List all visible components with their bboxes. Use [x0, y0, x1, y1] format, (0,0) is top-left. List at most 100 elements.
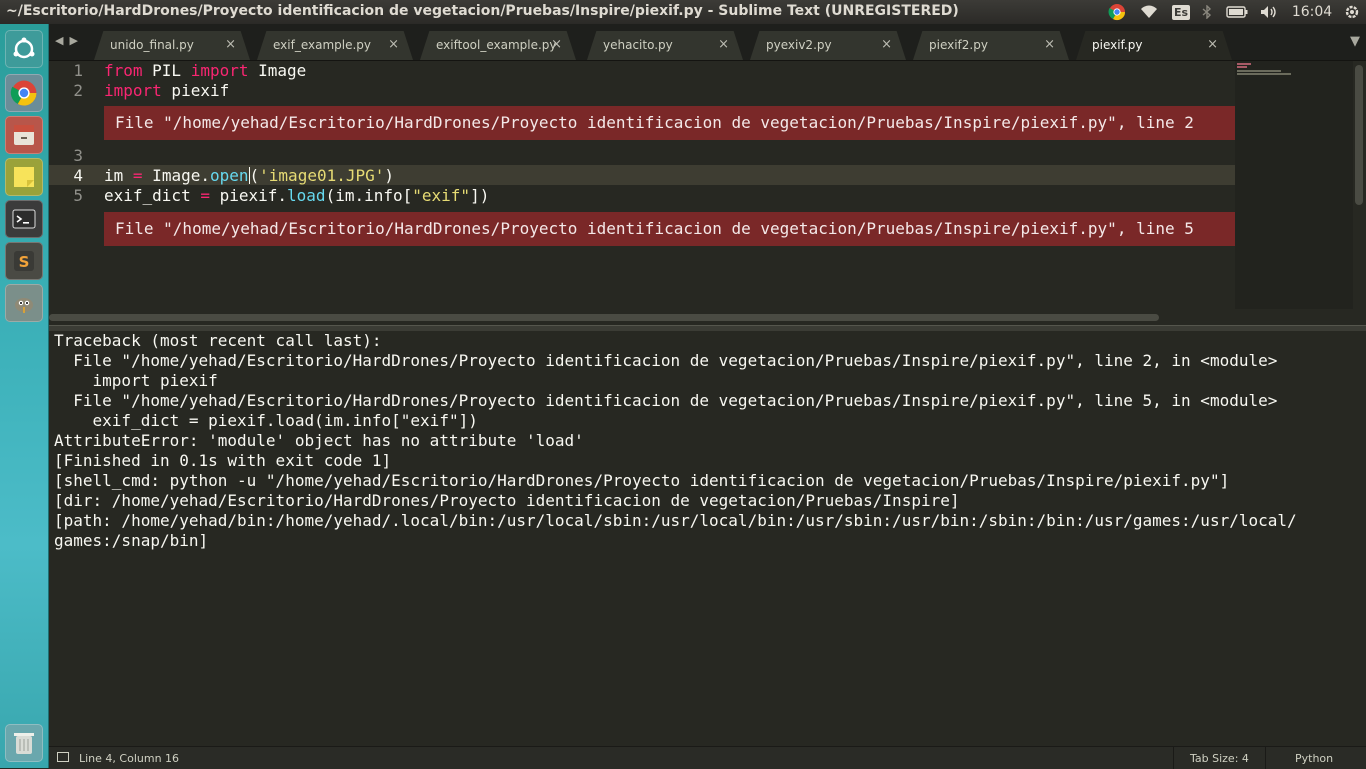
output-line: File "/home/yehad/Escritorio/HardDrones/… [54, 391, 1278, 410]
keyboard-layout-indicator[interactable]: Es [1170, 0, 1192, 24]
volume-icon[interactable] [1258, 0, 1280, 24]
line-number: 5 [73, 186, 83, 205]
code-text: piexif [161, 81, 230, 100]
tab-piexif2[interactable]: piexif2.py × [913, 31, 1069, 60]
code-line-2[interactable]: import piexif [104, 81, 229, 100]
close-icon[interactable]: × [1207, 37, 1218, 52]
code-text: exif_dict [104, 186, 201, 205]
code-text: Image [248, 61, 307, 80]
tab-label: unido_final.py [110, 38, 194, 52]
output-line: Traceback (most recent call last): [54, 331, 382, 350]
code-text: PIL [142, 61, 191, 80]
tab-label: pyexiv2.py [766, 38, 832, 52]
cursor-position: Line 4, Column 16 [79, 752, 180, 765]
sublime-text-icon[interactable]: S [5, 242, 43, 280]
keyword: import [104, 81, 162, 100]
close-icon[interactable]: × [388, 37, 399, 52]
output-line: File "/home/yehad/Escritorio/HardDrones/… [54, 351, 1278, 370]
svg-text:S: S [19, 253, 30, 271]
tab-nav-arrows[interactable]: ◀▶ [55, 34, 84, 47]
tab-pyexiv2[interactable]: pyexiv2.py × [750, 31, 906, 60]
close-icon[interactable]: × [718, 37, 729, 52]
output-line: [path: /home/yehad/bin:/home/yehad/.loca… [54, 511, 1297, 530]
minimap[interactable] [1235, 61, 1353, 309]
output-line: [shell_cmd: python -u "/home/yehad/Escri… [54, 471, 1230, 490]
tab-next-icon[interactable]: ▶ [69, 34, 83, 47]
chrome-icon[interactable] [1106, 0, 1128, 24]
power-gear-icon[interactable] [1342, 0, 1362, 24]
trash-icon[interactable] [5, 724, 43, 762]
syntax-selector[interactable]: Python [1295, 752, 1333, 765]
code-editor[interactable]: 1 2 3 4 5 from PIL import Image import p… [49, 61, 1366, 325]
minimap-line [1237, 70, 1281, 72]
gimp-icon[interactable] [5, 284, 43, 322]
window-title: ~/Escritorio/HardDrones/Proyecto identif… [6, 3, 959, 19]
string-literal: "exif" [412, 186, 471, 205]
operator: = [200, 186, 210, 205]
code-line-4[interactable]: im = Image.open('image01.JPG') [104, 166, 394, 185]
code-text: ]) [470, 186, 490, 205]
close-icon[interactable]: × [551, 37, 562, 52]
output-line: AttributeError: 'module' object has no a… [54, 431, 584, 450]
tab-piexif[interactable]: piexif.py × [1076, 31, 1232, 60]
panel-toggle-icon[interactable] [57, 752, 69, 762]
keyword: from [104, 61, 143, 80]
tab-label: yehacito.py [603, 38, 673, 52]
build-output-panel[interactable]: Traceback (most recent call last): File … [49, 331, 1366, 743]
dash-home-icon[interactable] [5, 30, 43, 68]
horizontal-scrollbar[interactable] [49, 314, 1159, 321]
minimap-line [1237, 63, 1251, 65]
keyword: import [190, 61, 249, 80]
code-text: Image. [142, 166, 210, 185]
output-line: exif_dict = piexif.load(im.info["exif"]) [54, 411, 478, 430]
keyboard-layout-label: Es [1171, 4, 1191, 20]
tab-label: exiftool_example.py [436, 38, 557, 52]
wifi-icon[interactable] [1138, 0, 1160, 24]
code-text: (im.info[ [325, 186, 413, 205]
output-line: games:/snap/bin] [54, 531, 209, 550]
tab-yehacito[interactable]: yehacito.py × [587, 31, 743, 60]
output-line: [Finished in 0.1s with exit code 1] [54, 451, 392, 470]
close-icon[interactable]: × [1044, 37, 1055, 52]
error-phantom-text: File "/home/yehad/Escritorio/HardDrones/… [115, 113, 1194, 132]
terminal-icon[interactable] [5, 200, 43, 238]
code-text: im [104, 166, 133, 185]
tab-size-selector[interactable]: Tab Size: 4 [1173, 747, 1266, 769]
chrome-launcher-icon[interactable] [5, 74, 43, 112]
close-icon[interactable]: × [881, 37, 892, 52]
code-line-1[interactable]: from PIL import Image [104, 61, 306, 80]
battery-icon[interactable] [1224, 0, 1250, 24]
line-number: 3 [73, 146, 83, 165]
notes-icon[interactable] [5, 158, 43, 196]
error-phantom-line-5[interactable]: File "/home/yehad/Escritorio/HardDrones/… [104, 212, 1236, 246]
operator: = [132, 166, 143, 185]
code-text: piexif. [209, 186, 288, 205]
tab-label: piexif.py [1092, 38, 1143, 52]
tab-prev-icon[interactable]: ◀ [55, 34, 69, 47]
error-phantom-line-2[interactable]: File "/home/yehad/Escritorio/HardDrones/… [104, 106, 1236, 140]
close-icon[interactable]: × [225, 37, 236, 52]
code-line-5[interactable]: exif_dict = piexif.load(im.info["exif"]) [104, 186, 489, 205]
tab-unido-final[interactable]: unido_final.py × [94, 31, 250, 60]
tab-exiftool-example[interactable]: exiftool_example.py × [420, 31, 576, 60]
line-number: 1 [73, 61, 83, 80]
tab-label: piexif2.py [929, 38, 988, 52]
status-bar: Line 4, Column 16 Tab Size: 4 Python [49, 746, 1366, 769]
function-name: open [209, 166, 249, 185]
error-phantom-text: File "/home/yehad/Escritorio/HardDrones/… [115, 219, 1194, 238]
tab-overflow-icon[interactable]: ▼ [1350, 34, 1360, 49]
minimap-line [1237, 66, 1247, 68]
files-cabinet-icon[interactable] [5, 116, 43, 154]
vertical-scrollbar[interactable] [1355, 65, 1363, 205]
minimap-line [1237, 73, 1291, 75]
top-panel: ~/Escritorio/HardDrones/Proyecto identif… [0, 0, 1366, 24]
launcher: S [0, 24, 49, 768]
line-number-current: 4 [73, 166, 83, 185]
string-literal: 'image01.JPG' [259, 166, 385, 185]
code-text: ) [384, 166, 395, 185]
tab-label: exif_example.py [273, 38, 372, 52]
bluetooth-icon[interactable] [1198, 0, 1216, 24]
tab-exif-example[interactable]: exif_example.py × [257, 31, 413, 60]
line-number: 2 [73, 81, 83, 100]
clock[interactable]: 16:04 [1290, 0, 1334, 24]
